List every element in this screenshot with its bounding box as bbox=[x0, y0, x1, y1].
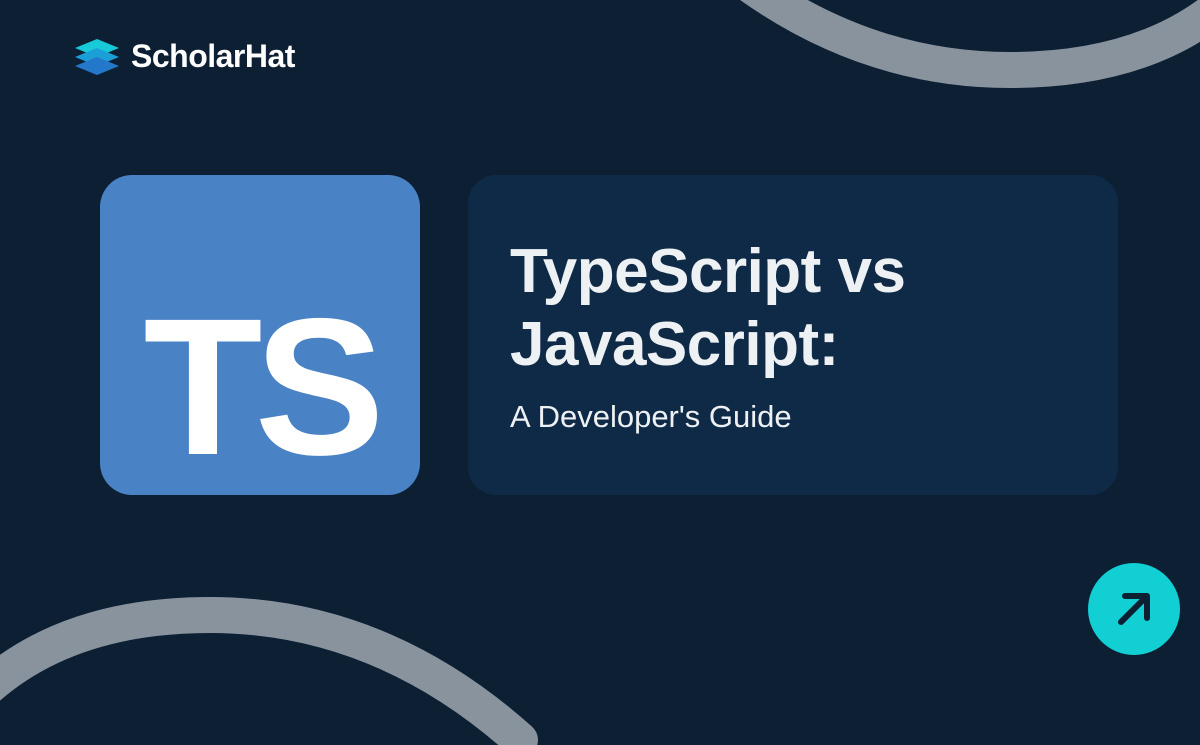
arrow-up-right-icon bbox=[1111, 586, 1157, 632]
scholarhat-icon bbox=[75, 39, 119, 75]
decorative-swoosh-bottom bbox=[0, 485, 560, 745]
article-subtitle: A Developer's Guide bbox=[510, 399, 1076, 435]
decorative-swoosh-top bbox=[660, 0, 1200, 200]
typescript-logo-badge: TS bbox=[100, 175, 420, 495]
article-title: TypeScript vs JavaScript: bbox=[510, 235, 1076, 381]
brand-name: ScholarHat bbox=[131, 38, 295, 75]
typescript-logo-text: TS bbox=[143, 290, 376, 485]
brand-logo: ScholarHat bbox=[75, 38, 295, 75]
link-button[interactable] bbox=[1088, 563, 1180, 655]
title-card: TypeScript vs JavaScript: A Developer's … bbox=[468, 175, 1118, 495]
